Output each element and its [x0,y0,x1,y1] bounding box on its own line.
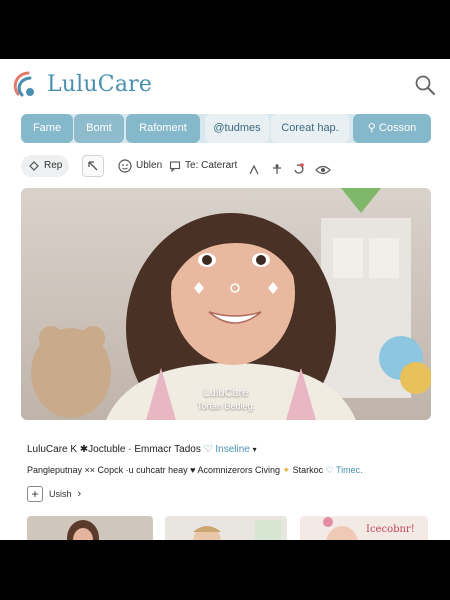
add-row: + Usish › [27,485,81,503]
caterart-label: Te: Caterart [185,160,238,171]
pin-icon[interactable] [270,158,284,180]
photo-caption-title: LuluCare [203,387,249,399]
child-portrait-image [21,188,431,420]
heart-outline-icon: ♡ [325,465,334,475]
tab-tudmes[interactable]: @tudmes [205,114,269,143]
tab-fame[interactable]: Fame [21,114,73,143]
tab-rafoment[interactable]: Rafoment [126,114,200,143]
plus-icon[interactable]: + [27,486,43,502]
inseline-link[interactable]: Inseline [215,444,249,455]
meta-line-2: Pangleputnay ×× Copck ·u cuhcatr heay ♥ … [27,465,363,476]
select-tool-button[interactable] [82,155,104,177]
thumbnail-3[interactable]: Icecobnr! [300,516,428,540]
caterart-button[interactable]: Te: Caterart [169,155,237,177]
thumbnail-3-label: Icecobnr! [366,524,415,535]
app-title: LuluCare [47,72,153,97]
tab-search-icon: ⚲ [367,122,376,134]
thumbnail-1-image [27,516,153,540]
face-icon [118,159,132,173]
eye-icon[interactable] [315,159,331,181]
thumbnail-1[interactable] [27,516,153,540]
tab-coreat[interactable]: Coreat hap. [271,114,349,143]
emoji-icon[interactable] [247,159,261,181]
tab-bomt[interactable]: Bomt [74,114,124,143]
ublen-label: Ublen [136,160,163,171]
photo-caption-subtitle: Tortan Bedleg. [196,401,256,411]
rep-icon [29,161,39,171]
sync-icon[interactable] [292,158,306,180]
chevron-right-icon[interactable]: › [78,488,82,500]
rep-button[interactable]: Rep [21,155,70,177]
hero-photo[interactable]: LuluCare Tortan Bedleg. [21,188,431,420]
tab-cosson-label: Cosson [378,122,417,134]
select-icon [88,161,98,171]
ublen-button[interactable]: Ublen [118,155,162,177]
heart-icon: ♡ [203,444,213,455]
meta-line-1-text: LuluCare K ✱Joctuble · Emmacr Tados [27,444,201,455]
tab-bar: Fame Bomt Rafoment @tudmes Coreat hap. ⚲… [21,114,431,143]
app-header: LuluCare [0,59,450,111]
chevron-down-icon[interactable]: ▾ [253,445,257,454]
toolbar: Rep Ublen Te: Caterart [21,153,431,179]
meta-line-1: LuluCare K ✱Joctuble · Emmacr Tados ♡ In… [27,444,257,455]
meta-line-2-text: Pangleputnay ×× Copck ·u cuhcatr heay ♥ … [27,465,280,475]
thumbnail-2-image [165,516,287,540]
logo-icon [13,71,34,97]
add-label[interactable]: Usish [49,489,72,499]
search-icon[interactable] [414,74,436,96]
starkoc-label: Starkoc [292,465,324,475]
chat-icon [169,161,181,172]
star-icon: ✦ [282,465,291,475]
timec-link[interactable]: Timec. [336,465,363,475]
tab-cosson[interactable]: ⚲ Cosson [353,114,431,143]
thumbnail-2[interactable] [165,516,287,540]
app-window: LuluCare Fame Bomt Rafoment @tudmes Core… [0,59,450,540]
rep-label: Rep [44,160,63,171]
